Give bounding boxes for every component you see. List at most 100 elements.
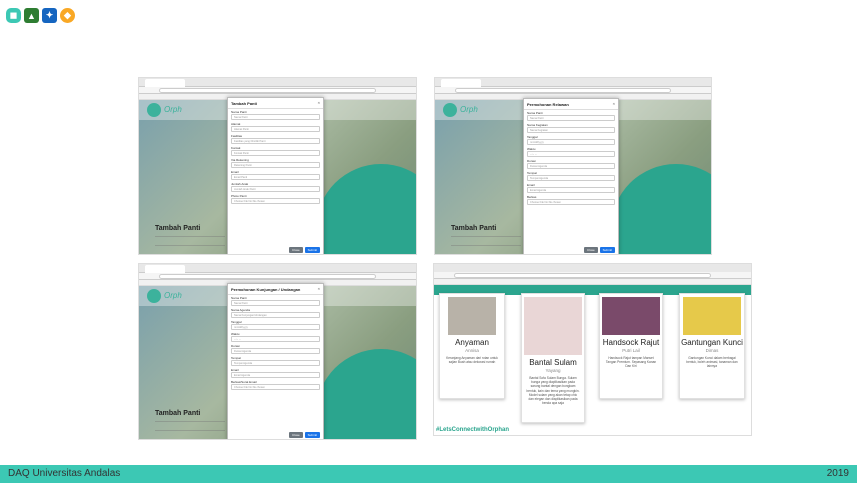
close-button[interactable]: Close	[288, 247, 303, 253]
browser-tab[interactable]	[145, 265, 185, 273]
field-input[interactable]: Fasilitas yang Dimiliki Panti	[231, 138, 320, 144]
university-logo-icon: ◆	[60, 8, 75, 23]
field-input[interactable]: Kontak Panti	[231, 150, 320, 156]
footer-left: DAQ Universitas Andalas	[8, 468, 121, 479]
close-icon[interactable]: ×	[613, 101, 615, 106]
field-input[interactable]: Tempat Agenda	[231, 360, 320, 366]
browser-tabbar	[434, 264, 751, 272]
hero-title: Tambah Panti	[155, 225, 201, 232]
field-input[interactable]: Nama Panti	[231, 300, 320, 306]
field-input[interactable]: Durasi Agenda	[231, 348, 320, 354]
field-input[interactable]: mm/dd/yyyy	[231, 324, 320, 330]
product-card[interactable]: Bantal Sulam Yayang Bantal Sofa Sulam Bung…	[521, 293, 585, 423]
screenshot-permohonan-kunjungan: Orph Tambah Panti Permohonan Kunjungan /…	[138, 263, 417, 440]
close-icon[interactable]: ×	[318, 100, 320, 105]
form-field: Email Email Agenda	[524, 182, 618, 194]
url-input[interactable]	[159, 88, 376, 93]
url-input[interactable]	[455, 88, 671, 93]
orphan-brand-icon[interactable]	[147, 289, 161, 303]
modal-title-text: Tambah Panti	[231, 101, 257, 106]
form-field: Alamat Alamat Panti	[228, 121, 323, 133]
submit-button[interactable]: Submit	[599, 247, 615, 253]
brand-text: Orph	[164, 105, 182, 114]
form-field: Fasilitas Fasilitas yang Dimiliki Panti	[228, 133, 323, 145]
modal-permohonan-kunjungan: Permohonan Kunjungan / Undangan × Nama Pa…	[227, 283, 324, 439]
url-input[interactable]	[159, 274, 376, 279]
field-input[interactable]: Durasi Agenda	[527, 163, 615, 169]
hashtag: #LetsConnectwithOrphan	[436, 427, 510, 433]
form-field: Waktu --:-- --	[228, 331, 323, 343]
submit-button[interactable]: Submit	[304, 432, 320, 438]
teal-circle	[611, 164, 711, 254]
modal-fields: Nama Panti Nama Panti Alamat Alamat Panti Fa…	[228, 109, 323, 205]
field-input[interactable]: Rekening Panti	[231, 162, 320, 168]
form-field: Durasi Durasi Agenda	[524, 158, 618, 170]
unand-logo-icon: ▲	[24, 8, 39, 23]
product-card[interactable]: Anyaman Annisa Keranjang Anyaman dari rota…	[439, 293, 505, 399]
browser-tab[interactable]	[441, 79, 481, 87]
modal-footer: Close Submit	[288, 432, 320, 438]
modal-title-text: Permohonan Relawan	[527, 102, 569, 107]
field-input[interactable]: Choose File No file chosen	[231, 384, 320, 390]
modal-permohonan-relawan: Permohonan Relawan × Nama Panti Nama Panti…	[523, 98, 619, 254]
field-input[interactable]: --:-- --	[527, 151, 615, 157]
product-card[interactable]: Gantungan Kunci Dimas Gantungan Kunci dala…	[679, 293, 745, 399]
close-button[interactable]: Close	[583, 247, 598, 253]
field-input[interactable]: Choose File No file chosen	[527, 199, 615, 205]
form-field: Photo Panti Choose File No file chosen	[228, 193, 323, 205]
modal-tambah-panti: Tambah Panti × Nama Panti Nama Panti Alamat…	[227, 97, 324, 254]
form-field: Berkas/Surat Email Choose File No file ch…	[228, 379, 323, 391]
field-input[interactable]: Nama Panti	[527, 115, 615, 121]
product-card[interactable]: Handsock Rajut Putri Lail Handsock Rajut t…	[599, 293, 663, 399]
product-title: Bantal Sulam	[529, 358, 577, 367]
modal-title: Permohonan Relawan ×	[524, 99, 618, 110]
form-field: Berkas Choose File No file chosen	[524, 194, 618, 206]
modal-fields: Nama Panti Nama Panti Nama Kegiatan Nama Ke…	[524, 110, 618, 206]
product-image	[524, 297, 582, 355]
orphan-logo-icon: ◼	[6, 8, 21, 23]
product-description: Gantungan Kunci dalam berbagai bentuk, b…	[686, 356, 738, 369]
url-input[interactable]	[454, 273, 711, 278]
orphan-brand-icon[interactable]	[147, 103, 161, 117]
field-input[interactable]: --:-- --	[231, 336, 320, 342]
product-seller: Putri Lail	[622, 348, 640, 353]
form-field: Email Email Panti	[228, 169, 323, 181]
field-input[interactable]: Choose File No file chosen	[231, 198, 320, 204]
product-image	[683, 297, 741, 335]
form-field: Jumlah Anak Jumlah Anak Panti	[228, 181, 323, 193]
browser-tab[interactable]	[145, 79, 185, 87]
form-field: Waktu --:-- --	[524, 146, 618, 158]
field-input[interactable]: Jumlah Anak Panti	[231, 186, 320, 192]
field-input[interactable]: Email Panti	[231, 174, 320, 180]
field-input[interactable]: Tempat Agenda	[527, 175, 615, 181]
orphan-brand-icon[interactable]	[443, 103, 457, 117]
product-seller: Yayang	[545, 368, 561, 373]
close-icon[interactable]: ×	[318, 286, 320, 291]
submit-button[interactable]: Submit	[304, 247, 320, 253]
modal-footer: Close Submit	[288, 247, 320, 253]
browser-addressbar	[139, 87, 416, 94]
form-field: Nama Panti Nama Panti	[228, 295, 323, 307]
field-input[interactable]: Nama Kegiatan	[527, 127, 615, 133]
field-input[interactable]: Nama Panti	[231, 114, 320, 120]
product-description: Handsock Rajut tampan Manset Tangan Prem…	[605, 356, 657, 369]
close-button[interactable]: Close	[288, 432, 303, 438]
field-input[interactable]: Alamat Panti	[231, 126, 320, 132]
browser-tabbar	[139, 264, 416, 273]
field-input[interactable]: Nama Kunjungan/Undangan	[231, 312, 320, 318]
form-field: Durasi Durasi Agenda	[228, 343, 323, 355]
field-input[interactable]: Email Agenda	[231, 372, 320, 378]
hero-title: Tambah Panti	[155, 410, 201, 417]
teal-circle	[316, 349, 416, 439]
form-field: Tempat Tempat Agenda	[524, 170, 618, 182]
modal-title: Tambah Panti ×	[228, 98, 323, 109]
browser-addressbar	[435, 87, 711, 94]
form-field: Via Rekening Rekening Panti	[228, 157, 323, 169]
product-seller: Dimas	[705, 348, 719, 353]
browser-addressbar	[139, 273, 416, 280]
browser-tabbar	[435, 78, 711, 87]
browser-addressbar	[434, 272, 751, 279]
field-input[interactable]: Email Agenda	[527, 187, 615, 193]
field-input[interactable]: mm/dd/yyyy	[527, 139, 615, 145]
screenshot-tambah-panti: Orph Tambah Panti Tambah Panti × Nama Pan…	[138, 77, 417, 255]
